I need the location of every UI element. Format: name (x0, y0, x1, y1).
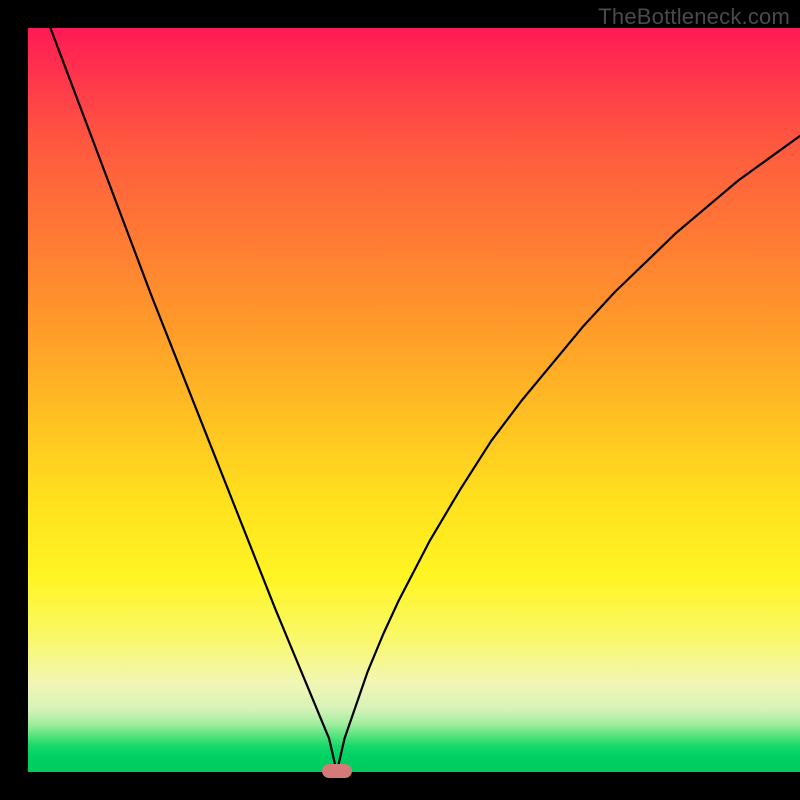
minimum-marker (322, 764, 352, 778)
chart-container: TheBottleneck.com (0, 0, 800, 800)
plot-area (28, 28, 800, 772)
bottleneck-curve (28, 28, 800, 772)
watermark-text: TheBottleneck.com (598, 4, 790, 30)
curve-svg (28, 28, 800, 772)
